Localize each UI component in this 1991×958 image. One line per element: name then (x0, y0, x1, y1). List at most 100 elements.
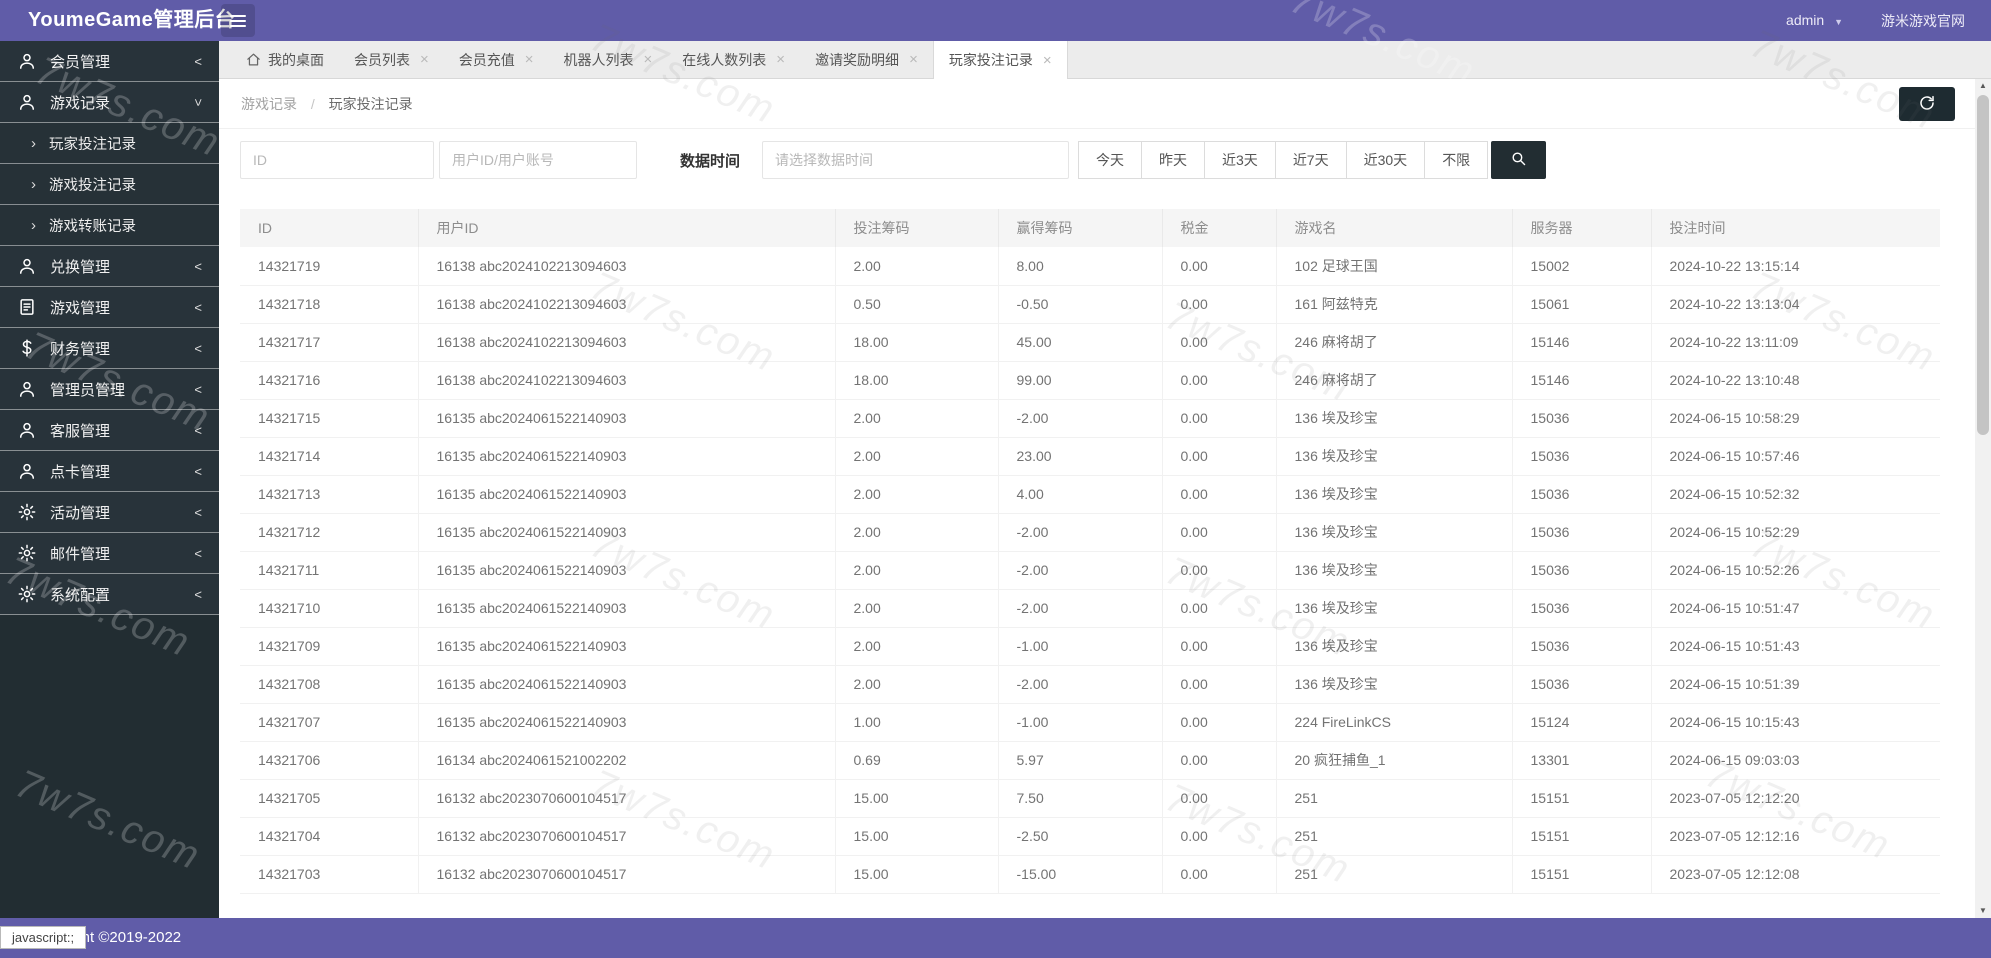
table-cell: -2.50 (997, 817, 1162, 856)
chevron-down-icon: ▼ (1834, 17, 1843, 27)
id-input[interactable] (240, 141, 434, 179)
table-cell: -1.00 (997, 703, 1162, 742)
tab-label: 机器人列表 (563, 51, 634, 68)
sidebar-item-兑换管理[interactable]: 兑换管理 < (0, 246, 219, 287)
sidebar-subitem-玩家投注记录[interactable]: › 玩家投注记录 (0, 123, 219, 164)
table-row[interactable]: 14321709 16135 abc2024061522140903 2.00 -1.… (240, 627, 1940, 666)
refresh-button[interactable] (1899, 87, 1955, 121)
table-cell: 15061 (1511, 285, 1651, 324)
header-cell-服务器: 服务器 (1511, 209, 1651, 247)
table-row[interactable]: 14321706 16134 abc2024061521002202 0.69 5.9… (240, 741, 1940, 780)
sidebar-item-活动管理[interactable]: 活动管理 < (0, 492, 219, 533)
table-row[interactable]: 14321719 16138 abc2024102213094603 2.00 8.0… (240, 247, 1940, 286)
breadcrumb: 游戏记录 / 玩家投注记录 (241, 79, 413, 129)
user-icon (17, 461, 37, 481)
sidebar-item-点卡管理[interactable]: 点卡管理 < (0, 451, 219, 492)
tab-我的桌面[interactable]: 我的桌面 (231, 41, 339, 78)
quick-date-button-昨天[interactable]: 昨天 (1141, 141, 1206, 179)
sidebar-item-邮件管理[interactable]: 邮件管理 < (0, 533, 219, 574)
site-link[interactable]: 游米游戏官网 (1881, 1, 1965, 42)
chevron-collapsed-icon: < (194, 53, 202, 69)
table-cell: 2024-10-22 13:10:48 (1650, 361, 1940, 400)
quick-date-button-近3天[interactable]: 近3天 (1204, 141, 1276, 179)
table-cell: 251 (1275, 855, 1512, 894)
submenu-arrow-icon: › (31, 175, 36, 193)
scrollbar-down-arrow[interactable]: ▼ (1975, 904, 1991, 918)
table-cell: 16138 abc2024102213094603 (417, 361, 835, 400)
table-cell: 15036 (1511, 437, 1651, 476)
table-cell: 14321719 (240, 247, 418, 286)
table-cell: 14321704 (240, 817, 418, 856)
quick-date-button-近30天[interactable]: 近30天 (1345, 141, 1426, 179)
sidebar-subitem-游戏转账记录[interactable]: › 游戏转账记录 (0, 205, 219, 246)
user-id-input[interactable] (439, 141, 637, 179)
tab-机器人列表[interactable]: 机器人列表 × (549, 41, 668, 78)
table-cell: 15151 (1511, 855, 1651, 894)
table-row[interactable]: 14321705 16132 abc2023070600104517 15.00 7.… (240, 779, 1940, 818)
table-row[interactable]: 14321718 16138 abc2024102213094603 0.50 -0.… (240, 285, 1940, 324)
table-row[interactable]: 14321717 16138 abc2024102213094603 18.00 45… (240, 323, 1940, 362)
vertical-scrollbar[interactable]: ▲ ▼ (1975, 79, 1991, 918)
table-cell: 4.00 (997, 475, 1162, 514)
sidebar-item-财务管理[interactable]: 财务管理 < (0, 328, 219, 369)
tab-close-icon[interactable]: × (420, 52, 429, 67)
table-row[interactable]: 14321715 16135 abc2024061522140903 2.00 -2.… (240, 399, 1940, 438)
header-cell-ID: ID (240, 209, 418, 247)
quick-date-button-不限[interactable]: 不限 (1424, 141, 1489, 179)
scrollbar-up-arrow[interactable]: ▲ (1975, 79, 1991, 93)
table-cell: 2.00 (834, 551, 998, 590)
search-button[interactable] (1491, 141, 1547, 179)
sidebar-item-游戏管理[interactable]: 游戏管理 < (0, 287, 219, 328)
table-row[interactable]: 14321713 16135 abc2024061522140903 2.00 4.0… (240, 475, 1940, 514)
table-row[interactable]: 14321712 16135 abc2024061522140903 2.00 -2.… (240, 513, 1940, 552)
tab-close-icon[interactable]: × (1043, 53, 1052, 68)
table-cell: 136 埃及珍宝 (1275, 399, 1512, 438)
sidebar-item-客服管理[interactable]: 客服管理 < (0, 410, 219, 451)
sidebar-item-label: 客服管理 (50, 422, 111, 440)
header-cell-投注时间: 投注时间 (1650, 209, 1940, 247)
tab-close-icon[interactable]: × (644, 52, 653, 67)
table-cell: 136 埃及珍宝 (1275, 589, 1512, 628)
table-cell: 14321705 (240, 779, 418, 818)
date-range-input[interactable] (762, 141, 1070, 179)
table-row[interactable]: 14321704 16132 abc2023070600104517 15.00 -2… (240, 817, 1940, 856)
table-body: 14321719 16138 abc2024102213094603 2.00 8.0… (240, 247, 1940, 894)
sidebar-item-label: 活动管理 (50, 504, 111, 522)
table-row[interactable]: 14321703 16132 abc2023070600104517 15.00 -1… (240, 855, 1940, 894)
table-row[interactable]: 14321708 16135 abc2024061522140903 2.00 -2.… (240, 665, 1940, 704)
table-cell: -0.50 (997, 285, 1162, 324)
admin-menu[interactable]: admin ▼ (1786, 0, 1843, 43)
table-row[interactable]: 14321716 16138 abc2024102213094603 18.00 99… (240, 361, 1940, 400)
scrollbar-thumb[interactable] (1977, 95, 1989, 435)
sidebar-toggle-button[interactable] (221, 4, 255, 37)
breadcrumb-parent: 游戏记录 (241, 96, 297, 112)
table-cell: 0.00 (1161, 703, 1276, 742)
user-icon (17, 256, 37, 276)
tab-会员列表[interactable]: 会员列表 × (339, 41, 444, 78)
sidebar-item-系统配置[interactable]: 系统配置 < (0, 574, 219, 615)
submenu-arrow-icon: › (31, 216, 36, 234)
table-row[interactable]: 14321710 16135 abc2024061522140903 2.00 -2.… (240, 589, 1940, 628)
app-header: YoumeGame管理后台 admin ▼ 游米游戏官网 (0, 0, 1991, 41)
sidebar-item-管理员管理[interactable]: 管理员管理 < (0, 369, 219, 410)
table-cell: 16134 abc2024061521002202 (417, 741, 835, 780)
sidebar-item-游戏记录[interactable]: 游戏记录 < (0, 82, 219, 123)
tab-close-icon[interactable]: × (909, 52, 918, 67)
table-row[interactable]: 14321714 16135 abc2024061522140903 2.00 23.… (240, 437, 1940, 476)
tab-在线人数列表[interactable]: 在线人数列表 × (667, 41, 800, 78)
tab-close-icon[interactable]: × (776, 52, 785, 67)
tab-邀请奖励明细[interactable]: 邀请奖励明细 × (800, 41, 933, 78)
sidebar-item-label: 会员管理 (50, 53, 111, 71)
tab-close-icon[interactable]: × (525, 52, 534, 67)
sidebar-item-会员管理[interactable]: 会员管理 < (0, 41, 219, 82)
records-table: ID 用户ID 投注筹码 赢得筹码 税金 游戏名 服务器 投注时间 14321719 16138… (240, 209, 1940, 894)
date-label: 数据时间 (680, 152, 741, 170)
sidebar-subitem-游戏投注记录[interactable]: › 游戏投注记录 (0, 164, 219, 205)
table-row[interactable]: 14321711 16135 abc2024061522140903 2.00 -2.… (240, 551, 1940, 590)
quick-date-button-近7天[interactable]: 近7天 (1274, 141, 1347, 179)
quick-date-button-今天[interactable]: 今天 (1078, 141, 1143, 179)
file-icon (17, 297, 37, 317)
tab-会员充值[interactable]: 会员充值 × (444, 41, 549, 78)
table-row[interactable]: 14321707 16135 abc2024061522140903 1.00 -1.… (240, 703, 1940, 742)
tab-玩家投注记录[interactable]: 玩家投注记录 × (932, 41, 1068, 79)
